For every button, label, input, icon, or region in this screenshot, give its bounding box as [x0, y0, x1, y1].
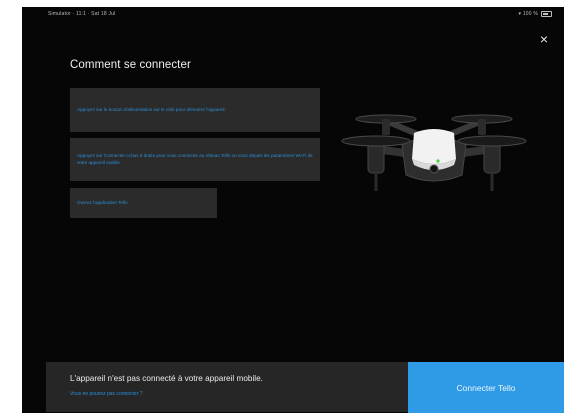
page-title: Comment se connecter [70, 59, 191, 71]
connection-step-2[interactable]: Appuyez sur Connecter ci-bas à droite po… [70, 138, 320, 181]
connection-step-1-text: Appuyez sur le bouton d'alimentation sur… [77, 106, 226, 112]
connection-status-message: L'appareil n'est pas connecté à votre ap… [70, 374, 263, 383]
connection-step-2-text: Appuyez sur Connecter ci-bas à droite po… [77, 153, 313, 165]
battery-icon [541, 11, 552, 17]
connection-step-3-text: Ouvrez l'application Tello. [77, 199, 129, 205]
close-button[interactable]: × [536, 31, 552, 47]
status-right: ▾ 100 % [519, 11, 552, 17]
connection-step-3[interactable]: Ouvrez l'application Tello. [70, 188, 217, 218]
drone-image [341, 114, 527, 191]
app-screen: Simulator · 11:1 · Sat 18 Jul ▾ 100 % × … [22, 7, 564, 413]
connection-status-bar: L'appareil n'est pas connecté à votre ap… [46, 362, 408, 412]
status-bar: Simulator · 11:1 · Sat 18 Jul ▾ 100 % [22, 7, 564, 21]
connect-tello-button[interactable]: Connecter Tello [408, 362, 564, 413]
status-left-text: Simulator · 11:1 · Sat 18 Jul [48, 11, 116, 17]
connection-help-link[interactable]: Vous ne pouvez pas connecter ? [70, 391, 143, 397]
status-right-text: ▾ 100 % [518, 11, 538, 17]
connection-step-1[interactable]: Appuyez sur le bouton d'alimentation sur… [70, 88, 320, 132]
